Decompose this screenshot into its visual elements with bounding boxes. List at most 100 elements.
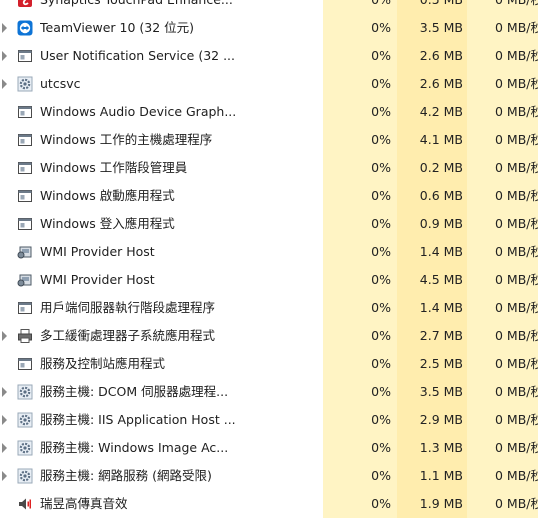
disk-usage-text: 0 MB/秒 <box>495 496 538 511</box>
process-row[interactable]: utcsvc 0% 2.6 MB 0 MB/秒 <box>0 70 538 98</box>
process-name: User Notification Service (32 ... <box>40 48 236 63</box>
cpu-usage: 0% <box>323 490 397 518</box>
expand-chevron-icon[interactable] <box>2 443 7 453</box>
process-row[interactable]: 服務及控制站應用程式 0% 2.5 MB 0 MB/秒 <box>0 350 538 378</box>
process-name: 用戶端伺服器執行階段處理程序 <box>40 300 216 315</box>
process-row[interactable]: 服務主機: IIS Application Host ... 0% 2.9 MB… <box>0 406 538 434</box>
speaker-icon <box>17 496 33 512</box>
memory-usage: 1.1 MB <box>397 462 467 490</box>
window-app-icon <box>17 356 33 372</box>
memory-usage: 1.3 MB <box>397 434 467 462</box>
disk-usage: 0 MB/秒 <box>467 350 538 378</box>
cpu-usage: 0% <box>323 14 397 42</box>
process-name: Windows 工作的主機處理程序 <box>40 132 213 147</box>
process-row[interactable]: 服務主機: DCOM 伺服器處理程... 0% 3.5 MB 0 MB/秒 <box>0 378 538 406</box>
memory-usage: 0.2 MB <box>397 154 467 182</box>
process-table: Synaptics TouchPad Enhance... 0% 0.5 MB … <box>0 0 538 520</box>
process-row[interactable]: User Notification Service (32 ... 0% 2.6… <box>0 42 538 70</box>
cpu-usage: 0% <box>323 266 397 294</box>
process-list: Synaptics TouchPad Enhance... 0% 0.5 MB … <box>0 0 538 518</box>
process-row[interactable]: WMI Provider Host 0% 1.4 MB 0 MB/秒 <box>0 238 538 266</box>
cpu-usage: 0% <box>323 406 397 434</box>
process-row[interactable]: 服務主機: Windows Image Ac... 0% 1.3 MB 0 MB… <box>0 434 538 462</box>
gear-service-icon <box>17 468 33 484</box>
process-row[interactable]: 瑞昱高傳真音效 0% 1.9 MB 0 MB/秒 <box>0 490 538 518</box>
disk-usage: 0 MB/秒 <box>467 378 538 406</box>
disk-usage: 0 MB/秒 <box>467 238 538 266</box>
disk-usage: 0 MB/秒 <box>467 210 538 238</box>
disk-usage: 0 MB/秒 <box>467 434 538 462</box>
process-name: 服務主機: 網路服務 (網路受限) <box>40 468 212 483</box>
process-row[interactable]: Windows 工作階段管理員 0% 0.2 MB 0 MB/秒 <box>0 154 538 182</box>
window-app-icon <box>17 160 33 176</box>
cpu-usage: 0% <box>323 350 397 378</box>
window-app-icon <box>17 300 33 316</box>
teamviewer-icon <box>17 20 33 36</box>
expand-chevron-icon[interactable] <box>2 471 7 481</box>
process-name: Windows 啟動應用程式 <box>40 188 175 203</box>
cpu-usage: 0% <box>323 434 397 462</box>
cpu-usage: 0% <box>323 322 397 350</box>
gear-service-icon <box>17 440 33 456</box>
process-row[interactable]: Windows 登入應用程式 0% 0.9 MB 0 MB/秒 <box>0 210 538 238</box>
disk-usage: 0 MB/秒 <box>467 182 538 210</box>
process-row[interactable]: 用戶端伺服器執行階段處理程序 0% 1.4 MB 0 MB/秒 <box>0 294 538 322</box>
cpu-usage: 0% <box>323 0 397 14</box>
disk-usage: 0 MB/秒 <box>467 294 538 322</box>
process-name: 服務及控制站應用程式 <box>40 356 166 371</box>
disk-usage-text: 0 MB/秒 <box>495 412 538 427</box>
memory-usage: 2.6 MB <box>397 42 467 70</box>
expand-chevron-icon[interactable] <box>2 415 7 425</box>
memory-usage: 1.9 MB <box>397 490 467 518</box>
process-row[interactable]: TeamViewer 10 (32 位元) 0% 3.5 MB 0 MB/秒 <box>0 14 538 42</box>
window-app-icon <box>17 104 33 120</box>
process-row[interactable]: WMI Provider Host 0% 4.5 MB 0 MB/秒 <box>0 266 538 294</box>
disk-usage-text: 0 MB/秒 <box>495 76 538 91</box>
expand-chevron-icon[interactable] <box>2 51 7 61</box>
window-app-icon <box>17 188 33 204</box>
disk-usage: 0 MB/秒 <box>467 322 538 350</box>
process-row[interactable]: 服務主機: 網路服務 (網路受限) 0% 1.1 MB 0 MB/秒 <box>0 462 538 490</box>
process-name: Windows 登入應用程式 <box>40 216 175 231</box>
disk-usage-text: 0 MB/秒 <box>495 272 538 287</box>
disk-usage: 0 MB/秒 <box>467 154 538 182</box>
cpu-usage: 0% <box>323 98 397 126</box>
process-row[interactable]: Windows Audio Device Graph... 0% 4.2 MB … <box>0 98 538 126</box>
disk-usage-text: 0 MB/秒 <box>495 20 538 35</box>
memory-usage: 0.5 MB <box>397 0 467 14</box>
memory-usage: 0.6 MB <box>397 182 467 210</box>
gear-service-icon <box>17 412 33 428</box>
process-row[interactable]: Windows 工作的主機處理程序 0% 4.1 MB 0 MB/秒 <box>0 126 538 154</box>
cpu-usage: 0% <box>323 210 397 238</box>
window-app-icon <box>17 132 33 148</box>
disk-usage-text: 0 MB/秒 <box>495 300 538 315</box>
synaptics-icon <box>17 0 33 8</box>
memory-usage: 1.4 MB <box>397 294 467 322</box>
wmi-host-icon <box>17 272 33 288</box>
disk-usage-text: 0 MB/秒 <box>495 468 538 483</box>
expand-chevron-icon[interactable] <box>2 331 7 341</box>
process-name: Windows 工作階段管理員 <box>40 160 188 175</box>
cpu-usage: 0% <box>323 238 397 266</box>
expand-chevron-icon[interactable] <box>2 387 7 397</box>
disk-usage: 0 MB/秒 <box>467 126 538 154</box>
cpu-usage: 0% <box>323 462 397 490</box>
memory-usage: 1.4 MB <box>397 238 467 266</box>
disk-usage-text: 0 MB/秒 <box>495 356 538 371</box>
process-name: Synaptics TouchPad Enhance... <box>40 0 322 14</box>
memory-usage: 2.6 MB <box>397 70 467 98</box>
process-row[interactable]: Synaptics TouchPad Enhance... 0% 0.5 MB … <box>0 0 538 14</box>
expand-chevron-icon[interactable] <box>2 23 7 33</box>
disk-usage: 0 MB/秒 <box>467 406 538 434</box>
expand-chevron-icon[interactable] <box>2 79 7 89</box>
disk-usage-text: 0 MB/秒 <box>495 440 538 455</box>
process-row[interactable]: 多工緩衝處理器子系統應用程式 0% 2.7 MB 0 MB/秒 <box>0 322 538 350</box>
disk-usage-text: 0 MB/秒 <box>495 104 538 119</box>
memory-usage: 2.9 MB <box>397 406 467 434</box>
process-name: 服務主機: Windows Image Ac... <box>40 440 229 455</box>
memory-usage: 4.5 MB <box>397 266 467 294</box>
disk-usage: 0 MB/秒 <box>467 490 538 518</box>
disk-usage: 0 MB/秒 <box>467 462 538 490</box>
process-row[interactable]: Windows 啟動應用程式 0% 0.6 MB 0 MB/秒 <box>0 182 538 210</box>
process-name: TeamViewer 10 (32 位元) <box>40 20 195 35</box>
